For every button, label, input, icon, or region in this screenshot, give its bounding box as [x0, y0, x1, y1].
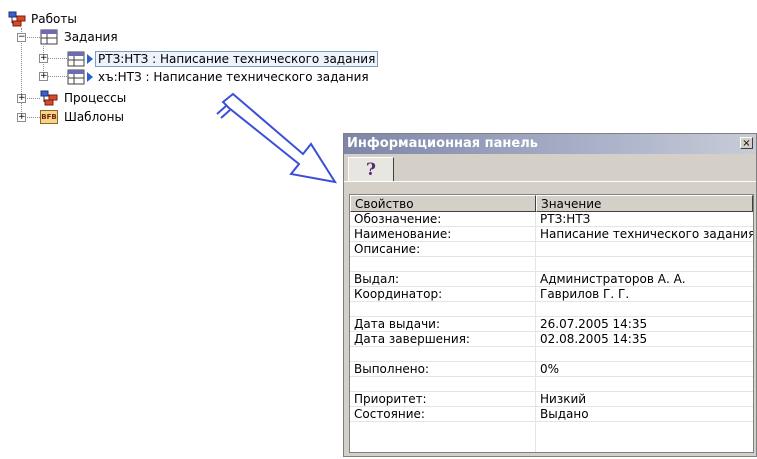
- table-window-icon: [67, 69, 85, 85]
- expand-toggle[interactable]: +: [39, 72, 48, 81]
- flag-icon: [87, 72, 93, 82]
- property-name: Состояние:: [354, 407, 425, 421]
- column-header-value[interactable]: Значение: [536, 195, 753, 212]
- table-row[interactable]: [350, 377, 753, 392]
- tree-node-label: РТЗ:НТЗ : Написание технического задания: [95, 51, 379, 67]
- tree-node-label: Шаблоны: [64, 110, 124, 124]
- property-name: [350, 302, 535, 317]
- property-value: Администраторов А. А.: [540, 272, 686, 286]
- property-value: Гаврилов Г. Г.: [540, 287, 630, 301]
- tree-connector: [47, 76, 67, 77]
- flag-icon: [87, 54, 93, 64]
- table-row[interactable]: Координатор: Гаврилов Г. Г.: [350, 287, 753, 302]
- table-row[interactable]: Состояние: Выдано: [350, 407, 753, 422]
- row-divider: [350, 421, 753, 422]
- property-value: РТЗ:НТЗ: [540, 212, 591, 226]
- tab-help[interactable]: ?: [348, 157, 394, 181]
- property-name: Наименование:: [354, 227, 452, 241]
- property-value: [536, 242, 753, 257]
- table-row[interactable]: [350, 257, 753, 272]
- hierarchy-icon: [8, 11, 26, 27]
- property-grid: Свойство Значение Обозначение: РТЗ:НТЗ Наи…: [349, 194, 754, 453]
- table-row[interactable]: [350, 347, 753, 362]
- column-header-property[interactable]: Свойство: [350, 195, 536, 212]
- tree-connector: [25, 117, 40, 118]
- project-tree: Работы − Задания + РТЗ:НТЗ : Написание т…: [0, 0, 400, 140]
- table-window-icon: [67, 51, 85, 67]
- property-value: 0%: [540, 362, 560, 376]
- table-row[interactable]: Наименование: Написание технического зада…: [350, 227, 753, 242]
- property-value: 26.07.2005 14:35: [540, 317, 648, 331]
- property-value: Низкий: [540, 392, 587, 406]
- tree-node-label: Задания: [64, 30, 118, 44]
- tree-node-label: Работы: [31, 12, 77, 26]
- property-name: Координатор:: [354, 287, 443, 301]
- property-value: [536, 377, 753, 392]
- table-row[interactable]: Выдал: Администраторов А. А.: [350, 272, 753, 287]
- panel-title: Информационная панель: [344, 134, 756, 154]
- property-name: Дата выдачи:: [354, 317, 441, 331]
- expand-toggle[interactable]: +: [17, 113, 26, 122]
- table-row[interactable]: Дата выдачи: 26.07.2005 14:35: [350, 317, 753, 332]
- tree-node-label: хъ:НТЗ : Написание технического задания: [98, 70, 369, 84]
- collapse-toggle[interactable]: −: [17, 33, 26, 42]
- grid-header: Свойство Значение: [350, 195, 753, 212]
- tree-node-task-rtz[interactable]: РТЗ:НТЗ : Написание технического задания: [67, 50, 379, 68]
- expand-toggle[interactable]: +: [17, 94, 26, 103]
- property-value: [536, 302, 753, 317]
- tree-node-tasks[interactable]: Задания: [40, 28, 121, 46]
- close-button[interactable]: ×: [740, 137, 753, 149]
- table-row[interactable]: Выполнено: 0%: [350, 362, 753, 377]
- template-icon: BFB: [40, 110, 58, 124]
- property-name: Выдал:: [354, 272, 400, 286]
- info-panel: Информационная панель × ? Свойство Значе…: [343, 133, 757, 457]
- table-row[interactable]: Описание:: [350, 242, 753, 257]
- pointer-arrow-icon: [216, 92, 338, 184]
- property-value: Выдано: [540, 407, 589, 421]
- property-name: Описание:: [354, 242, 421, 256]
- panel-tabstrip: ?: [344, 155, 756, 182]
- tree-node-task-xb[interactable]: хъ:НТЗ : Написание технического задания: [67, 68, 372, 86]
- property-name: [350, 257, 535, 272]
- property-name: Приоритет:: [354, 392, 427, 406]
- tree-node-label: Процессы: [64, 91, 127, 105]
- property-value: [536, 257, 753, 272]
- property-value: 02.08.2005 14:35: [540, 332, 648, 346]
- property-name: Выполнено:: [354, 362, 430, 376]
- tree-connector: [25, 98, 40, 99]
- property-name: Дата завершения:: [354, 332, 470, 346]
- hierarchy-icon: [40, 90, 58, 106]
- tree-connector: [25, 37, 40, 38]
- table-row[interactable]: Дата завершения: 02.08.2005 14:35: [350, 332, 753, 347]
- table-row[interactable]: Приоритет: Низкий: [350, 392, 753, 407]
- property-name: Обозначение:: [354, 212, 442, 226]
- property-value: Написание технического задания: [540, 227, 753, 241]
- property-name: [350, 347, 535, 362]
- expand-toggle[interactable]: +: [39, 54, 48, 63]
- property-value: [536, 347, 753, 362]
- table-row[interactable]: Обозначение: РТЗ:НТЗ: [350, 212, 753, 227]
- table-window-icon: [40, 29, 58, 45]
- tree-node-processes[interactable]: Процессы: [40, 89, 129, 107]
- table-row[interactable]: [350, 302, 753, 317]
- tree-connector: [47, 58, 67, 59]
- tree-node-works[interactable]: Работы: [8, 10, 80, 28]
- property-name: [350, 377, 535, 392]
- tree-node-templates[interactable]: BFB Шаблоны: [40, 108, 127, 126]
